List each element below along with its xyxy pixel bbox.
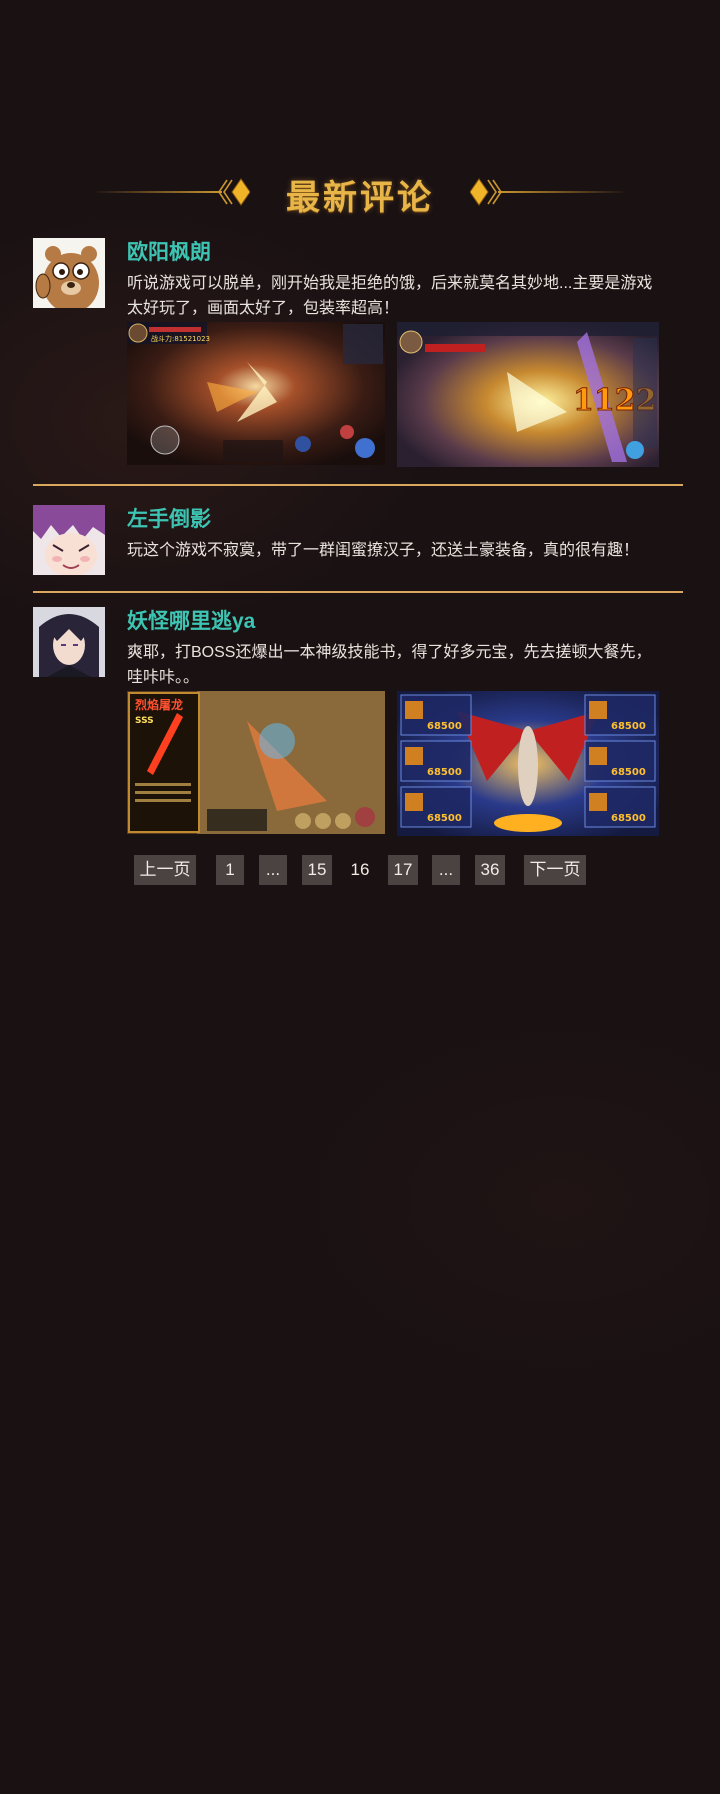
game-screenshot[interactable]: 烈焰屠龙 SSS — [127, 691, 385, 834]
section-header: 最新评论 — [0, 162, 720, 222]
user-name[interactable]: 欧阳枫朗 — [127, 238, 211, 268]
svg-text:战斗力:81521023: 战斗力:81521023 — [151, 334, 210, 343]
page-ellipsis[interactable]: ... — [259, 855, 287, 885]
comment-item: 欧阳枫朗 听说游戏可以脱单，刚开始我是拒绝的饿，后来就莫名其妙地...主要是游戏… — [33, 238, 683, 468]
svg-text:SSS: SSS — [135, 716, 154, 726]
page-button-17[interactable]: 17 — [388, 855, 418, 885]
comment-item: 妖怪哪里逃ya 爽耶，打BOSS还爆出一本神级技能书，得了好多元宝，先去搓顿大餐… — [33, 607, 683, 837]
user-name[interactable]: 左手倒影 — [127, 505, 211, 535]
svg-text:68500: 68500 — [427, 767, 462, 778]
anime-purple-hair-avatar-icon — [33, 505, 105, 575]
svg-text:烈焰屠龙: 烈焰屠龙 — [135, 697, 183, 712]
game-screenshot[interactable]: 1122 — [397, 322, 659, 467]
comment-divider — [33, 591, 683, 593]
svg-text:68500: 68500 — [611, 721, 646, 732]
pagination: 上一页 1 ... 15 16 17 ... 36 下一页 — [0, 855, 720, 885]
prev-page-button[interactable]: 上一页 — [134, 855, 196, 885]
comment-text: 玩这个游戏不寂寞，带了一群闺蜜撩汉子，还送土豪装备，真的很有趣！ — [127, 542, 640, 559]
anime-dark-hair-avatar-icon — [33, 607, 105, 677]
page-ellipsis[interactable]: ... — [432, 855, 460, 885]
header-line-left — [92, 191, 222, 193]
svg-text:68500: 68500 — [427, 721, 462, 732]
header-line-right — [498, 191, 628, 193]
page-button-36[interactable]: 36 — [475, 855, 505, 885]
comment-item: 左手倒影 玩这个游戏不寂寞，带了一群闺蜜撩汉子，还送土豪装备，真的很有趣！ — [33, 505, 683, 585]
comment-text: 听说游戏可以脱单，刚开始我是拒绝的饿，后来就莫名其妙地...主要是游戏 太好玩了… — [127, 275, 653, 317]
cartoon-bear-avatar-icon — [33, 238, 105, 308]
current-page: 16 — [350, 860, 370, 879]
svg-text:68500: 68500 — [611, 813, 646, 824]
diamond-ornament-left-icon — [218, 178, 250, 206]
game-screenshot[interactable]: 68500 68500 68500 68500 68500 68500 — [397, 691, 659, 836]
comment-divider — [33, 484, 683, 486]
section-title: 最新评论 — [286, 178, 434, 218]
svg-text:68500: 68500 — [427, 813, 462, 824]
avatar[interactable] — [33, 238, 105, 308]
next-page-button[interactable]: 下一页 — [524, 855, 586, 885]
avatar[interactable] — [33, 607, 105, 677]
user-name[interactable]: 妖怪哪里逃ya — [127, 607, 255, 637]
svg-text:68500: 68500 — [611, 767, 646, 778]
page-button-1[interactable]: 1 — [216, 855, 244, 885]
page-button-15[interactable]: 15 — [302, 855, 332, 885]
game-screenshot[interactable]: 战斗力:81521023 — [127, 322, 385, 465]
comment-text: 爽耶，打BOSS还爆出一本神级技能书，得了好多元宝，先去搓顿大餐先， 哇咔咔。。 — [127, 644, 652, 686]
avatar[interactable] — [33, 505, 105, 575]
